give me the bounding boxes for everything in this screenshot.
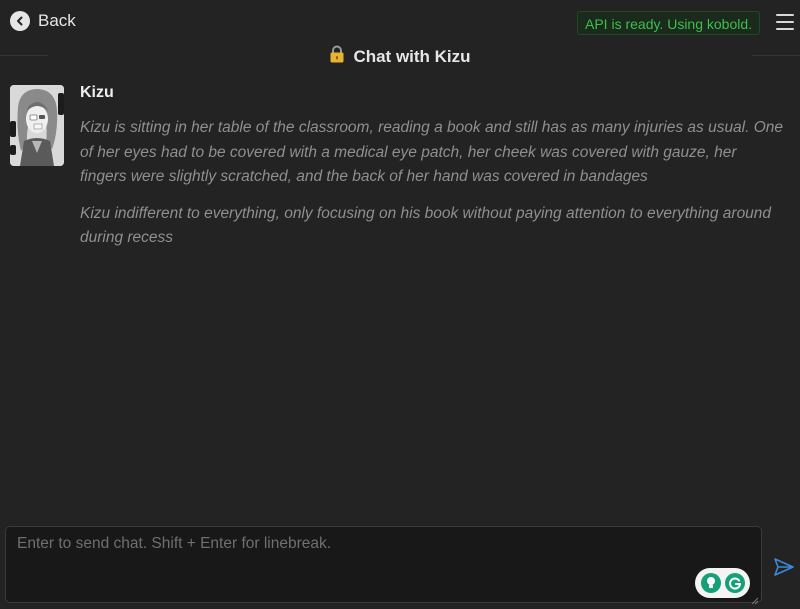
message-paragraph: Kizu is sitting in her table of the clas… <box>80 119 784 185</box>
character-name: Kizu <box>80 84 114 101</box>
hamburger-menu-icon[interactable] <box>776 14 794 30</box>
send-button[interactable] <box>773 556 795 578</box>
message-paragraph: Kizu indifferent to everything, only foc… <box>80 204 772 247</box>
grammarly-widget[interactable] <box>695 568 750 598</box>
resize-handle-icon[interactable] <box>751 592 759 605</box>
chat-composer <box>5 526 762 605</box>
back-arrow-icon <box>10 11 30 31</box>
send-icon <box>774 558 794 576</box>
back-label: Back <box>38 11 76 30</box>
lock-icon <box>329 45 345 68</box>
api-status-badge: API is ready. Using kobold. <box>577 11 761 35</box>
chat-header: Chat with Kizu <box>0 45 800 68</box>
character-avatar[interactable] <box>10 85 64 166</box>
grammarly-icon[interactable] <box>724 573 745 593</box>
chat-page: Back API is ready. Using kobold. Chat wi… <box>0 0 800 609</box>
lightbulb-icon[interactable] <box>700 573 721 593</box>
message-body: Kizu is sitting in her table of the clas… <box>80 116 785 263</box>
chat-input[interactable] <box>6 527 761 602</box>
back-button[interactable]: Back <box>10 11 76 31</box>
page-title: Chat with Kizu <box>353 46 471 66</box>
